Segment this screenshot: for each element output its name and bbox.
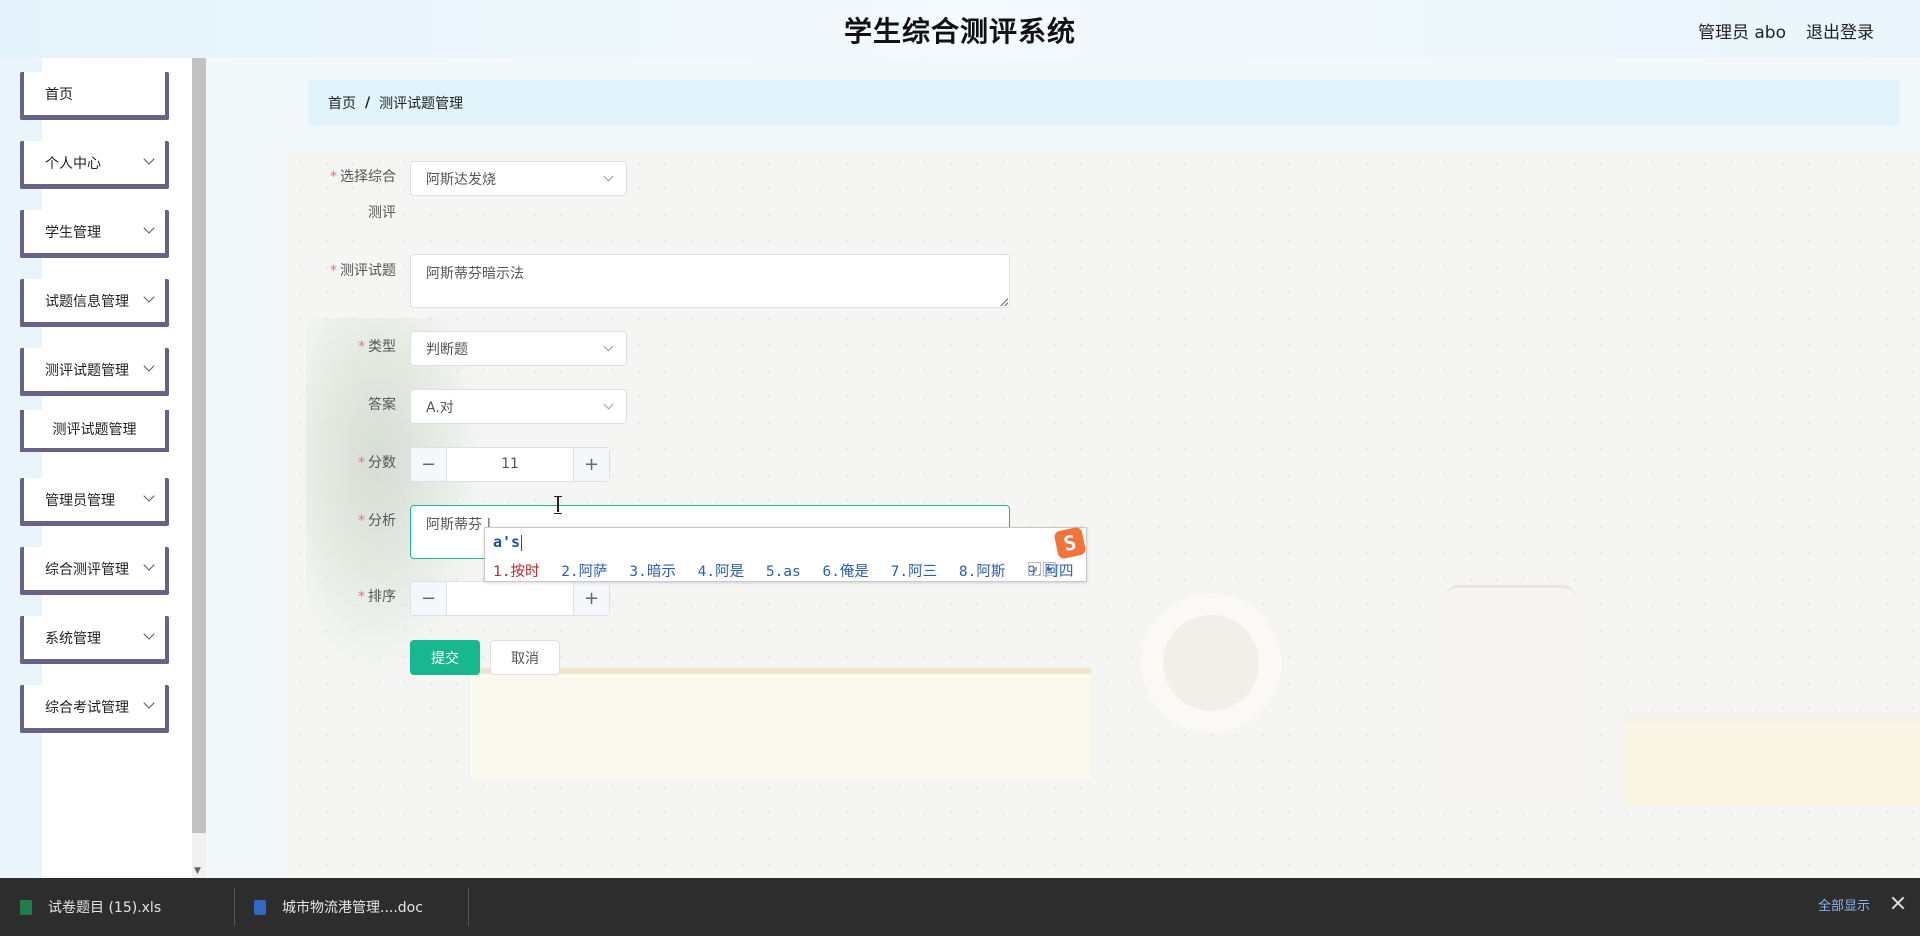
chevron-down-icon <box>143 697 155 709</box>
sidebar-item-admins[interactable]: 管理员管理 <box>20 478 169 526</box>
order-label: * 排序 <box>358 589 396 605</box>
evaluation-label-line2: 测评 <box>368 205 396 221</box>
sogou-logo-icon: S <box>1053 526 1087 560</box>
sidebar-item-label: 试题信息管理 <box>45 293 129 310</box>
background-box <box>471 668 1091 778</box>
type-label: * 类型 <box>358 339 396 355</box>
order-stepper[interactable]: − + <box>410 581 610 616</box>
background-box <box>1624 712 1920 806</box>
ime-candidate[interactable]: 4.阿是 <box>698 564 744 580</box>
excel-file-icon <box>20 899 32 915</box>
breadcrumb: 首页 / 测评试题管理 <box>308 80 1900 126</box>
sidebar: 首页 个人中心 学生管理 试题信息管理 测评试题管理 测评试题管理 管理员管理 … <box>0 58 192 878</box>
download-item-doc[interactable]: 城市物流港管理....doc <box>254 878 423 936</box>
download-filename: 城市物流港管理....doc <box>282 900 423 916</box>
question-textarea[interactable]: 阿斯蒂芬暗示法 <box>410 254 1010 308</box>
evaluation-label: * 选择综合 <box>330 169 396 185</box>
ime-next-page-icon[interactable]: ▶ <box>1043 562 1056 576</box>
word-file-icon <box>254 899 266 915</box>
chevron-down-icon <box>143 222 155 234</box>
download-item-xls[interactable]: 试卷题目 (15).xls <box>20 878 161 936</box>
ime-candidate[interactable]: 7.阿三 <box>891 564 937 580</box>
breadcrumb-separator: / <box>365 95 371 111</box>
sidebar-scrollbar[interactable]: ▼ <box>192 58 206 878</box>
sidebar-item-label: 综合测评管理 <box>45 561 129 578</box>
scroll-down-icon[interactable]: ▼ <box>194 866 201 876</box>
sidebar-item-label: 个人中心 <box>45 155 101 172</box>
ime-candidate[interactable]: 1.按时 <box>493 564 539 580</box>
sidebar-item-eval-questions[interactable]: 测评试题管理 <box>20 348 169 396</box>
resize-handle-icon[interactable] <box>1000 298 1008 306</box>
order-value[interactable] <box>447 582 573 615</box>
ime-pager: ◀ ▶ <box>1028 562 1056 576</box>
score-stepper[interactable]: − 11 + <box>410 447 610 482</box>
download-divider <box>234 888 235 926</box>
sidebar-item-comprehensive-eval[interactable]: 综合测评管理 <box>20 547 169 595</box>
type-select[interactable]: 判断题 <box>410 331 627 366</box>
current-user: 管理员 abo <box>1697 23 1786 43</box>
downloads-bar: 试卷题目 (15).xls 城市物流港管理....doc 全部显示 <box>0 878 1920 936</box>
score-value[interactable]: 11 <box>447 448 573 481</box>
answer-select[interactable]: A.对 <box>410 389 627 424</box>
sidebar-item-label: 系统管理 <box>45 630 101 647</box>
ime-composition: a's <box>493 533 523 551</box>
breadcrumb-current: 测评试题管理 <box>379 96 464 112</box>
download-filename: 试卷题目 (15).xls <box>48 900 162 916</box>
background-tape-roll <box>1141 593 1281 733</box>
analysis-label: * 分析 <box>358 513 396 529</box>
breadcrumb-home[interactable]: 首页 <box>328 93 356 113</box>
question-label: * 测评试题 <box>330 263 396 279</box>
main-content: 首页 / 测评试题管理 * 选择综合 测评 阿斯达发烧 * 测评试题 阿斯蒂芬暗示法… <box>206 58 1920 878</box>
order-decrement-button[interactable]: − <box>411 582 447 615</box>
sidebar-item-label: 测评试题管理 <box>45 362 129 379</box>
sidebar-item-system[interactable]: 系统管理 <box>20 616 169 664</box>
ime-candidate[interactable]: 8.阿斯 <box>959 564 1005 580</box>
chevron-down-icon <box>603 171 614 182</box>
sidebar-subitem-eval-questions[interactable]: 测评试题管理 <box>20 410 169 452</box>
sidebar-item-home[interactable]: 首页 <box>20 72 169 120</box>
sidebar-item-question-info[interactable]: 试题信息管理 <box>20 279 169 327</box>
order-increment-button[interactable]: + <box>573 582 609 615</box>
chevron-down-icon <box>603 399 614 410</box>
close-icon[interactable] <box>1890 895 1906 911</box>
ime-candidate-list: 1.按时 2.阿萨 3.暗示 4.阿是 5.as 6.俺是 7.阿三 8.阿斯 … <box>493 560 1087 581</box>
background-cylinder <box>1443 585 1578 810</box>
chevron-down-icon <box>143 559 155 571</box>
sidebar-item-exams[interactable]: 综合考试管理 <box>20 685 169 733</box>
chevron-down-icon <box>143 291 155 303</box>
chevron-down-icon <box>143 628 155 640</box>
evaluation-select[interactable]: 阿斯达发烧 <box>410 161 627 196</box>
sidebar-item-students[interactable]: 学生管理 <box>20 210 169 258</box>
sidebar-item-label: 学生管理 <box>45 224 101 241</box>
background-plant <box>306 318 486 678</box>
ime-candidate-window: a's 1.按时 2.阿萨 3.暗示 4.阿是 5.as 6.俺是 7.阿三 8… <box>484 526 1087 582</box>
sidebar-scrollbar-thumb[interactable] <box>192 58 206 833</box>
score-label: * 分数 <box>358 455 396 471</box>
ime-prev-page-icon[interactable]: ◀ <box>1028 562 1041 576</box>
chevron-down-icon <box>143 153 155 165</box>
app-title: 学生综合测评系统 <box>843 15 1076 48</box>
cancel-button[interactable]: 取消 <box>490 640 560 675</box>
score-increment-button[interactable]: + <box>573 448 609 481</box>
chevron-down-icon <box>603 341 614 352</box>
answer-label: 答案 <box>368 397 396 413</box>
logout-link[interactable]: 退出登录 <box>1806 18 1874 43</box>
score-decrement-button[interactable]: − <box>411 448 447 481</box>
chevron-down-icon <box>143 490 155 502</box>
text-cursor-icon <box>554 496 562 514</box>
show-all-downloads-link[interactable]: 全部显示 <box>1818 878 1870 936</box>
ime-candidate[interactable]: 6.俺是 <box>822 564 868 580</box>
ime-candidate[interactable]: 3.暗示 <box>629 564 675 580</box>
sidebar-item-label: 管理员管理 <box>45 492 115 509</box>
sidebar-subitem-label: 测评试题管理 <box>52 422 137 438</box>
app-header: 学生综合测评系统 管理员 abo 退出登录 <box>0 0 1920 58</box>
ime-candidate[interactable]: 5.as <box>766 564 801 580</box>
download-divider <box>468 888 469 926</box>
ime-candidate[interactable]: 2.阿萨 <box>561 564 607 580</box>
sidebar-item-profile[interactable]: 个人中心 <box>20 141 169 189</box>
submit-button[interactable]: 提交 <box>410 640 480 675</box>
chevron-down-icon <box>143 360 155 372</box>
sidebar-item-label: 首页 <box>45 86 73 103</box>
sidebar-item-label: 综合考试管理 <box>45 699 129 716</box>
